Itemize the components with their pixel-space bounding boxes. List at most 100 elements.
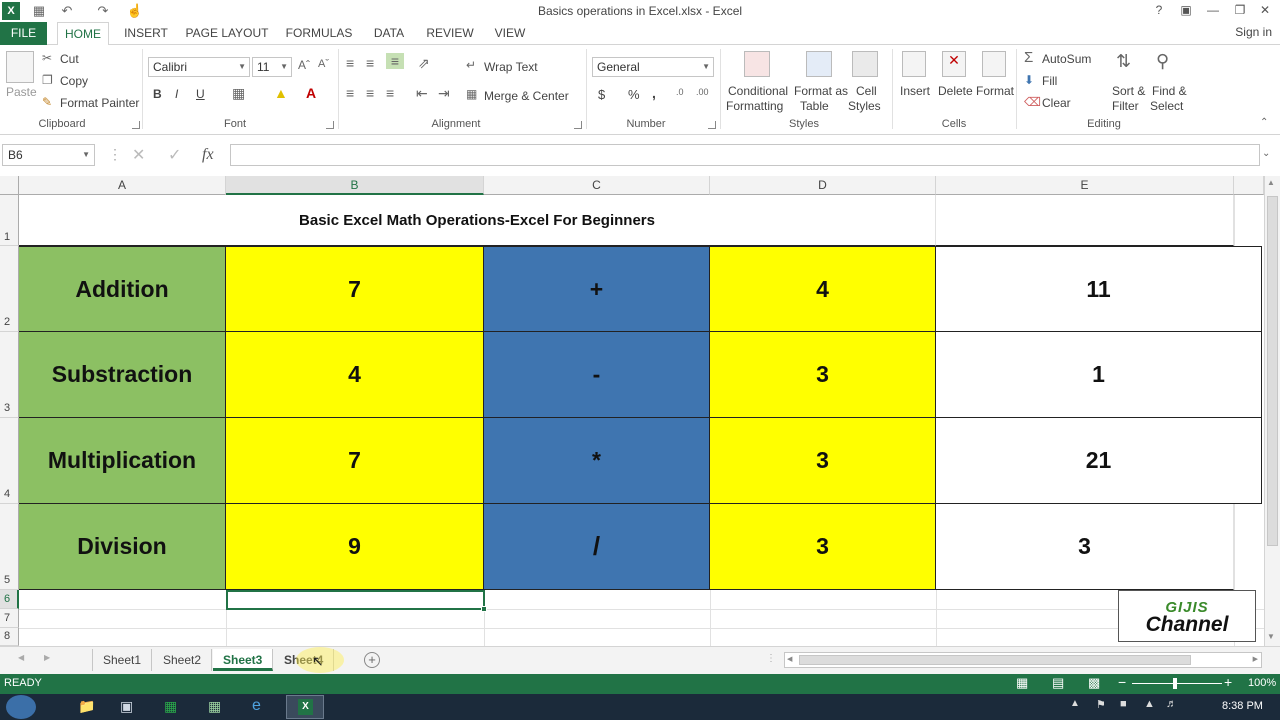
help-icon[interactable]: ?	[1146, 1, 1172, 19]
row-header-8[interactable]: 8	[0, 628, 19, 646]
conditional-formatting-line1[interactable]: Conditional	[728, 84, 788, 98]
font-color-icon[interactable]: A	[306, 85, 316, 101]
fill-color-icon[interactable]: ▲	[274, 85, 288, 101]
decrease-indent-icon[interactable]: ⇤	[416, 85, 428, 102]
name-box[interactable]: B6 ▼	[2, 144, 95, 166]
row-header-7[interactable]: 7	[0, 609, 19, 628]
cell-e1[interactable]	[936, 195, 1234, 246]
insert-cells-button[interactable]: Insert	[900, 84, 930, 98]
insert-function-button[interactable]: fx	[202, 146, 214, 164]
conditional-formatting-line2[interactable]: Formatting	[726, 99, 783, 113]
copy-icon[interactable]: ❐	[42, 73, 53, 87]
operand-b-cell[interactable]: 3	[710, 418, 936, 504]
find-select-line2[interactable]: Select	[1150, 99, 1183, 113]
operation-name-cell[interactable]: Division	[19, 504, 226, 590]
bold-button[interactable]: B	[153, 87, 162, 101]
zoom-in-icon[interactable]: +	[1224, 674, 1232, 690]
eraser-icon[interactable]: ⌫	[1024, 95, 1041, 109]
result-cell[interactable]: 21	[936, 418, 1262, 504]
wrap-text-button[interactable]: Wrap Text	[484, 60, 538, 74]
align-center-icon[interactable]: ≡	[366, 85, 374, 101]
align-left-icon[interactable]: ≡	[346, 85, 354, 101]
active-cell-selection[interactable]	[226, 590, 485, 610]
scroll-up-icon[interactable]: ▲	[1267, 178, 1275, 187]
cell-styles-line2[interactable]: Styles	[848, 99, 881, 113]
operand-b-cell[interactable]: 4	[710, 246, 936, 332]
format-cells-button[interactable]: Format	[976, 84, 1014, 98]
alignment-launcher-icon[interactable]	[574, 121, 582, 129]
operation-name-cell[interactable]: Addition	[19, 246, 226, 332]
page-layout-view-icon[interactable]: ▤	[1052, 675, 1064, 691]
tab-formulas[interactable]: FORMULAS	[282, 22, 356, 45]
volume-icon[interactable]: ♬	[1166, 698, 1177, 710]
currency-button[interactable]: $	[598, 87, 605, 102]
delete-cells-button[interactable]: Delete	[938, 84, 973, 98]
clipboard-launcher-icon[interactable]	[132, 121, 140, 129]
horizontal-scrollbar[interactable]: ◀ ▶	[784, 652, 1262, 668]
close-icon[interactable]: ✕	[1252, 1, 1278, 19]
operand-b-cell[interactable]: 3	[710, 332, 936, 418]
decrease-decimal-icon[interactable]: .00	[696, 87, 709, 97]
borders-icon[interactable]: ▦	[232, 85, 245, 102]
row-header-3[interactable]: 3	[0, 332, 19, 418]
find-select-icon[interactable]: ⚲	[1156, 51, 1169, 72]
fill-button[interactable]: Fill	[1042, 74, 1057, 88]
number-format-select[interactable]: General ▼	[592, 57, 714, 77]
sheet-tab-sheet1[interactable]: Sheet1	[92, 649, 153, 671]
align-middle-icon[interactable]: ≡	[366, 55, 374, 71]
operand-a-cell[interactable]: 4	[226, 332, 484, 418]
zoom-slider-track[interactable]	[1132, 683, 1222, 684]
format-painter-button[interactable]: Format Painter	[60, 96, 139, 110]
shrink-font-icon[interactable]: Aˇ	[318, 58, 329, 70]
fill-icon[interactable]: ⬇	[1024, 73, 1034, 87]
column-header-d[interactable]: D	[710, 176, 936, 195]
tab-insert[interactable]: INSERT	[120, 22, 172, 45]
column-header-e[interactable]: E	[936, 176, 1234, 195]
file-explorer-icon[interactable]: 📁	[78, 698, 95, 715]
column-header-c[interactable]: C	[484, 176, 710, 195]
excel-taskbar-button[interactable]: X	[286, 695, 324, 719]
format-painter-icon[interactable]: ✎	[42, 95, 52, 109]
fill-handle[interactable]	[481, 606, 487, 612]
scroll-next-sheet-icon[interactable]: ▶	[44, 653, 50, 662]
tab-file[interactable]: FILE	[0, 22, 47, 45]
tab-view[interactable]: VIEW	[488, 22, 532, 45]
sheet-tab-sheet2[interactable]: Sheet2	[153, 649, 213, 671]
column-header-a[interactable]: A	[19, 176, 226, 195]
tray-flag-icon[interactable]: ⚑	[1096, 698, 1106, 711]
operator-cell[interactable]: *	[484, 418, 710, 504]
operand-a-cell[interactable]: 7	[226, 246, 484, 332]
start-button-icon[interactable]	[6, 695, 36, 719]
increase-indent-icon[interactable]: ⇥	[438, 85, 450, 102]
spreadsheet-app-icon[interactable]: ▦	[164, 698, 177, 715]
zoom-out-icon[interactable]: −	[1118, 674, 1126, 690]
autosum-icon[interactable]: Σ	[1024, 49, 1033, 66]
insert-cells-icon[interactable]	[902, 51, 926, 77]
merge-center-button[interactable]: Merge & Center	[484, 89, 569, 103]
comma-button[interactable]: ,	[652, 85, 656, 101]
find-select-line1[interactable]: Find &	[1152, 84, 1187, 98]
scroll-down-icon[interactable]: ▼	[1267, 632, 1275, 641]
sort-filter-line1[interactable]: Sort &	[1112, 84, 1145, 98]
clear-button[interactable]: Clear	[1042, 96, 1071, 110]
cancel-icon[interactable]: ✕	[132, 145, 145, 165]
paste-icon[interactable]	[6, 51, 34, 83]
row-header-1[interactable]: 1	[0, 195, 19, 246]
column-header-b[interactable]: B	[226, 176, 484, 195]
align-top-icon[interactable]: ≡	[346, 55, 354, 71]
wrap-text-icon[interactable]: ↵	[466, 58, 476, 72]
format-as-table-line2[interactable]: Table	[800, 99, 829, 113]
scroll-prev-sheet-icon[interactable]: ◀	[18, 653, 24, 662]
operator-cell[interactable]: +	[484, 246, 710, 332]
row-header-4[interactable]: 4	[0, 418, 19, 504]
new-sheet-icon[interactable]: +	[364, 652, 380, 668]
row-header-2[interactable]: 2	[0, 246, 19, 332]
formula-bar-options-icon[interactable]: ⋮	[108, 146, 122, 163]
italic-button[interactable]: I	[175, 87, 178, 101]
restore-icon[interactable]: ❐	[1227, 1, 1253, 19]
browser-icon[interactable]: e	[252, 697, 261, 715]
font-launcher-icon[interactable]	[326, 121, 334, 129]
select-all-corner[interactable]	[0, 176, 19, 195]
operand-b-cell[interactable]: 3	[710, 504, 936, 590]
tab-review[interactable]: REVIEW	[422, 22, 478, 45]
